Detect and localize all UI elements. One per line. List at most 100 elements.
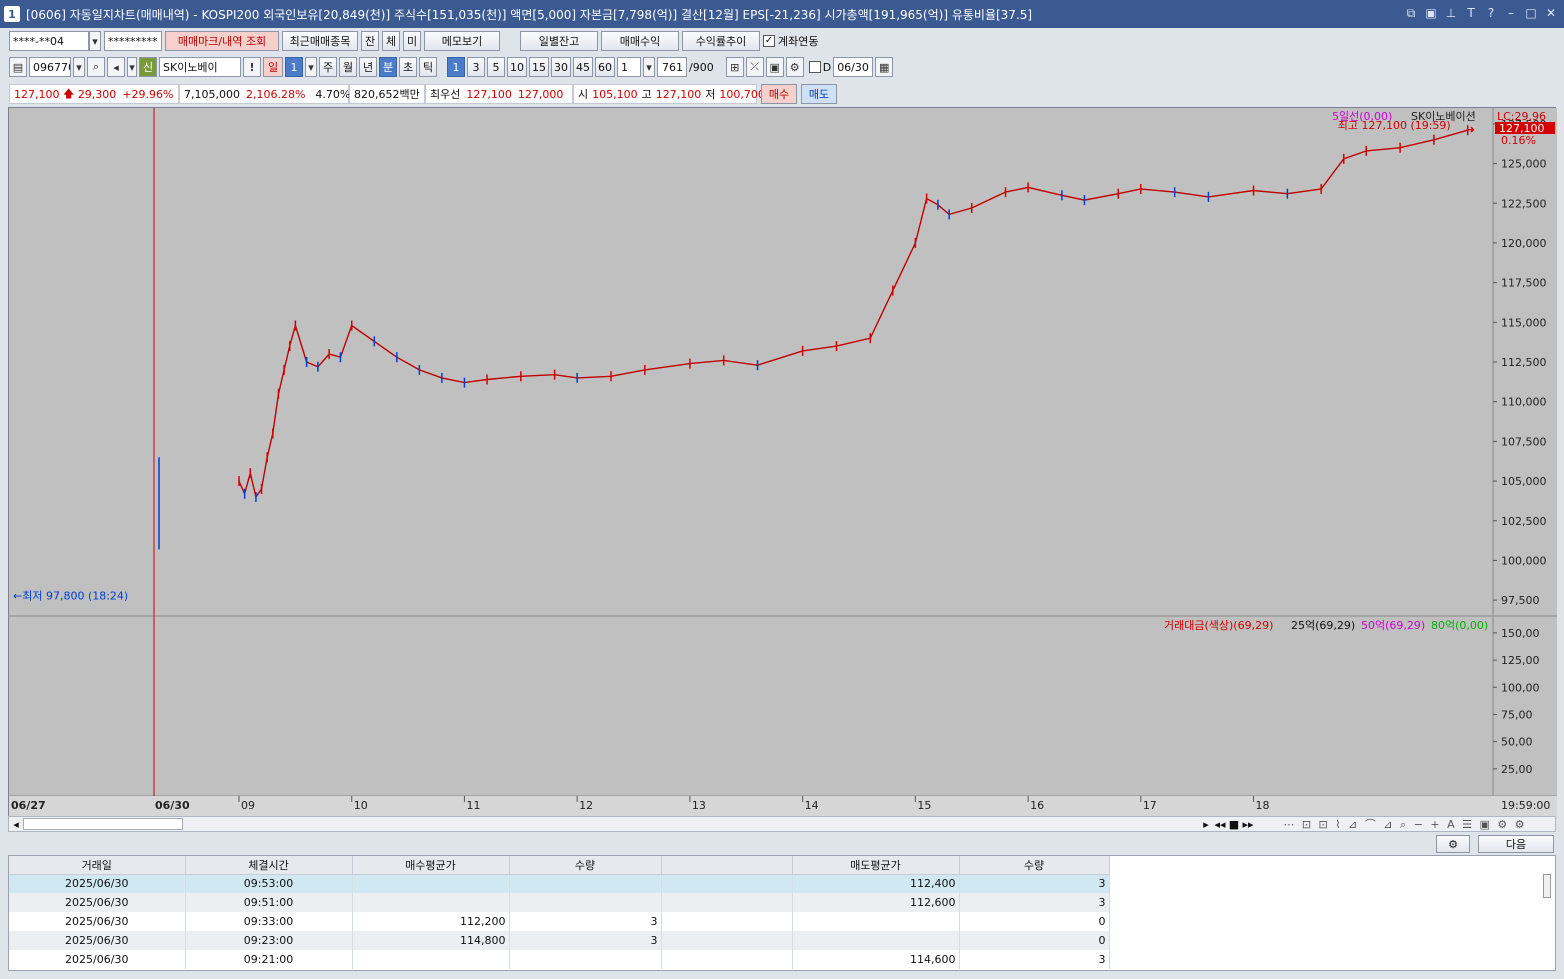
vol-legend-amount: 거래대금(색상)(69,29) <box>1164 619 1273 632</box>
chevron-down-icon[interactable]: ▾ <box>305 57 317 77</box>
forward-icon[interactable]: ▸▸ <box>1241 818 1255 831</box>
table-cell: 09:33:00 <box>185 912 353 931</box>
table-row[interactable]: 2025/06/30 09:51:00 112,600 3 <box>9 893 1110 912</box>
rewind-icon[interactable]: ◂◂ <box>1213 818 1227 831</box>
scroll-thumb[interactable] <box>23 818 183 830</box>
interval-30[interactable]: 30 <box>551 57 571 77</box>
close-icon[interactable]: ✕ <box>1544 4 1558 22</box>
date-input[interactable]: 06/30 <box>833 57 874 77</box>
best-quote-cell: 최우선 127,100 127,000 <box>425 84 573 104</box>
balance-button[interactable]: 잔 <box>361 31 379 51</box>
sell-button[interactable]: 매도 <box>801 84 837 104</box>
ma-legend: 5일선(0,00) <box>1332 109 1392 123</box>
period-month[interactable]: 월 <box>339 57 357 77</box>
stock-legend: SK이노베이션 <box>1411 110 1476 123</box>
scroll-left-icon[interactable]: ◂ <box>9 818 23 831</box>
period-second[interactable]: 초 <box>399 57 417 77</box>
play-icon[interactable]: ▸ <box>1199 818 1213 831</box>
col-sell-qty[interactable]: 수량 <box>959 856 1110 875</box>
restore-window-icon[interactable]: ⧉ <box>1404 4 1418 22</box>
trade-grid: 거래일 체결시간 매수평균가 수량 매도평균가 수량 2025/06/30 09:… <box>8 855 1556 971</box>
chevron-down-icon[interactable]: ▾ <box>89 31 101 51</box>
col-sell-avg[interactable]: 매도평균가 <box>792 856 960 875</box>
stock-name: SK이노베이 <box>159 57 241 77</box>
period-year[interactable]: 년 <box>359 57 377 77</box>
stock-code-input[interactable]: 096770 <box>29 57 71 77</box>
col-buy-avg[interactable]: 매수평균가 <box>352 856 510 875</box>
table-row[interactable]: 2025/06/30 09:23:00 114,800 3 0 <box>9 931 1110 950</box>
account-select[interactable]: ****-**04 <box>9 31 89 51</box>
d-checkbox[interactable] <box>808 61 821 73</box>
drawing-tools[interactable]: ⋯ ⊡ ⊡ ⌇ ⊿ ⌒ ⊿ ⌕ − + A ☰ ▣ ⚙ ⚙ <box>1255 816 1555 832</box>
col-time[interactable]: 체결시간 <box>185 856 353 875</box>
chart-scrollbar[interactable]: ◂ ▸ ◂◂ ■ ▸▸ ⋯ ⊡ ⊡ ⌇ ⊿ ⌒ ⊿ ⌕ − + A ☰ ▣ ⚙ … <box>8 816 1556 832</box>
period-num[interactable]: 1 <box>285 57 303 77</box>
interval-60[interactable]: 60 <box>595 57 615 77</box>
calendar-icon[interactable]: ▦ <box>875 57 894 77</box>
best-label: 최우선 <box>430 88 461 101</box>
layout-icon[interactable]: ▤ <box>9 57 27 77</box>
maximize-icon[interactable]: □ <box>1524 4 1538 22</box>
interval-5[interactable]: 5 <box>487 57 505 77</box>
interval-1[interactable]: 1 <box>447 57 465 77</box>
gear-icon[interactable]: ⚙ <box>785 57 804 77</box>
period-week[interactable]: 주 <box>319 57 337 77</box>
alert-icon[interactable]: ! <box>243 57 261 77</box>
chevron-down-icon[interactable]: ▾ <box>643 57 655 77</box>
window-title: [0606] 자동일지차트(매매내역) - KOSPI200 외국인보유[20,… <box>26 7 1033 22</box>
period-tick[interactable]: 틱 <box>419 57 437 77</box>
unfilled-button[interactable]: 미 <box>403 31 421 51</box>
y-tick-label: 102,500 <box>1501 515 1547 528</box>
chevron-down-icon[interactable]: ▾ <box>127 57 137 77</box>
table-row[interactable]: 2025/06/30 09:33:00 112,200 3 0 <box>9 912 1110 931</box>
stop-icon[interactable]: ■ <box>1227 818 1241 831</box>
price-chart[interactable]: 127,500125,000122,500120,000117,500115,0… <box>9 108 1557 819</box>
grid-scrollbar[interactable] <box>1543 874 1551 898</box>
password-field[interactable]: ********* <box>104 31 162 51</box>
daily-balance-button[interactable]: 일별잔고 <box>520 31 598 51</box>
recent-trades-button[interactable]: 최근매매종목 <box>282 31 358 51</box>
col-date[interactable]: 거래일 <box>9 856 186 875</box>
multiplier-input[interactable]: 1 <box>617 57 641 77</box>
minimize-icon[interactable]: – <box>1504 4 1518 22</box>
checkbox-checked-icon[interactable]: ✓ <box>763 35 775 47</box>
table-row[interactable]: 2025/06/30 09:53:00 112,400 3 <box>9 874 1110 893</box>
search-icon[interactable]: ⌕ <box>87 57 105 77</box>
col-buy-qty[interactable]: 수량 <box>509 856 662 875</box>
table-row[interactable]: 2025/06/30 09:21:00 114,600 3 <box>9 950 1110 969</box>
memo-button[interactable]: 메모보기 <box>424 31 500 51</box>
table-cell <box>352 874 510 893</box>
x-tick-label: 09 <box>241 799 255 812</box>
count-input[interactable]: 761 <box>657 57 687 77</box>
interval-15[interactable]: 15 <box>529 57 549 77</box>
draw-icon[interactable]: ⤫ <box>745 57 764 77</box>
table-cell: 2025/06/30 <box>9 912 186 931</box>
buy-button[interactable]: 매수 <box>761 84 797 104</box>
font-icon[interactable]: T <box>1464 4 1478 22</box>
trade-profit-button[interactable]: 매매수익 <box>601 31 679 51</box>
chart-panel[interactable]: 127,500125,000122,500120,000117,500115,0… <box>8 107 1557 819</box>
save-icon[interactable]: ▣ <box>765 57 784 77</box>
help-icon[interactable]: ? <box>1484 4 1498 22</box>
trade-marks-button[interactable]: 매매마크/내역 조회 <box>165 31 279 51</box>
period-minute[interactable]: 분 <box>379 57 397 77</box>
filled-button[interactable]: 체 <box>382 31 400 51</box>
speaker-icon[interactable]: ◂ <box>107 57 125 77</box>
period-day[interactable]: 일 <box>263 57 283 77</box>
chevron-down-icon[interactable]: ▾ <box>73 57 85 77</box>
grid-toolbar: ⚙ 다음 <box>8 834 1556 854</box>
interval-3[interactable]: 3 <box>467 57 485 77</box>
next-button[interactable]: 다음 <box>1478 835 1554 853</box>
x-tick-label: 15 <box>917 799 931 812</box>
account-link-label: 계좌연동 <box>778 35 819 48</box>
vol-legend-80: 80억(0,00) <box>1431 619 1488 632</box>
account-link-checkbox[interactable]: ✓ 계좌연동 <box>763 33 818 49</box>
candle-icon[interactable]: ⊞ <box>725 57 744 77</box>
tile-icon[interactable]: ▣ <box>1424 4 1438 22</box>
pin-icon[interactable]: ⊥ <box>1444 4 1458 22</box>
interval-10[interactable]: 10 <box>507 57 527 77</box>
settings-button[interactable]: ⚙ <box>1436 835 1470 853</box>
interval-45[interactable]: 45 <box>573 57 593 77</box>
x-tick-label: 13 <box>692 799 706 812</box>
profit-trend-button[interactable]: 수익률추이 <box>682 31 760 51</box>
